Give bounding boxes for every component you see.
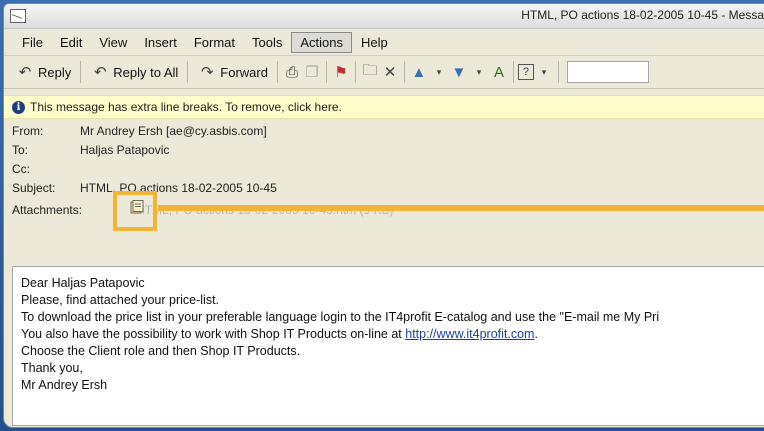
body-line: To download the price list in your prefe… bbox=[21, 310, 660, 324]
toolbar-separator bbox=[403, 61, 405, 83]
to-label: To: bbox=[12, 142, 29, 157]
attachment-highlight-box bbox=[113, 191, 157, 231]
forward-button[interactable]: ↷ Forward bbox=[192, 58, 273, 86]
next-item-icon[interactable]: ▼ bbox=[449, 63, 469, 81]
menu-tools[interactable]: Tools bbox=[244, 32, 290, 53]
toolbar-separator bbox=[187, 61, 189, 83]
menu-actions[interactable]: Actions bbox=[291, 31, 352, 53]
toolbar-search-input[interactable] bbox=[566, 61, 649, 83]
message-header: From: Mr Andrey Ersh [ae@cy.asbis.com] T… bbox=[4, 119, 764, 231]
envelope-icon bbox=[10, 9, 26, 23]
toolbar-separator bbox=[354, 61, 356, 83]
it4profit-link[interactable]: http://www.it4profit.com bbox=[405, 327, 534, 341]
menu-format[interactable]: Format bbox=[186, 32, 243, 53]
reply-all-icon: ↶ bbox=[93, 64, 107, 81]
subject-label: Subject: bbox=[12, 180, 56, 195]
reply-all-label: Reply to All bbox=[113, 64, 179, 80]
chevron-down-icon[interactable]: ▾ bbox=[429, 63, 449, 81]
attachments-row: Attachments: HTML, PO actions 18-02-2005… bbox=[12, 191, 764, 231]
menu-edit[interactable]: Edit bbox=[52, 32, 90, 53]
to-value[interactable]: Haljas Patapovic bbox=[80, 143, 169, 157]
info-bar-text: This message has extra line breaks. To r… bbox=[30, 100, 342, 114]
flag-icon[interactable]: ⚑ bbox=[331, 63, 351, 81]
reply-label: Reply bbox=[38, 64, 72, 80]
to-row: To: Haljas Patapovic bbox=[12, 140, 764, 159]
help-icon[interactable]: ? bbox=[517, 64, 534, 80]
body-line: Choose the Client role and then Shop IT … bbox=[21, 344, 301, 358]
body-line: Dear Haljas Patapovic bbox=[21, 276, 145, 290]
title-bar: HTML, PO actions 18-02-2005 10-45 - Mess… bbox=[4, 4, 764, 29]
cc-label: Cc: bbox=[12, 161, 30, 176]
menu-file[interactable]: File bbox=[14, 32, 51, 53]
body-line: Thank you, bbox=[21, 361, 83, 375]
print-icon[interactable]: ⎙ bbox=[282, 63, 302, 81]
cc-row: Cc: bbox=[12, 159, 764, 178]
subject-value: HTML, PO actions 18-02-2005 10-45 bbox=[80, 180, 277, 195]
menu-bar: File Edit View Insert Format Tools Actio… bbox=[4, 29, 764, 56]
window-title: HTML, PO actions 18-02-2005 10-45 - Mess… bbox=[521, 8, 764, 22]
attachments-label: Attachments: bbox=[12, 203, 83, 217]
menu-insert[interactable]: Insert bbox=[136, 32, 185, 53]
chevron-down-icon[interactable]: ▾ bbox=[534, 63, 554, 81]
highlight-callout-line bbox=[158, 205, 764, 211]
toolbar-separator bbox=[512, 61, 514, 83]
info-icon: i bbox=[12, 100, 25, 114]
body-line-period: . bbox=[534, 327, 538, 341]
toolbar: ↶ Reply ↶ Reply to All ↷ Forward ⎙ ❐ ⚑ 🗀… bbox=[4, 56, 764, 89]
reply-all-button[interactable]: ↶ Reply to All bbox=[85, 58, 183, 86]
delete-icon[interactable]: ✕ bbox=[380, 63, 400, 81]
body-line-with-link: You also have the possibility to work wi… bbox=[21, 326, 764, 343]
forward-label: Forward bbox=[220, 64, 268, 80]
info-bar[interactable]: i This message has extra line breaks. To… bbox=[4, 95, 764, 119]
copy-icon[interactable]: ❐ bbox=[302, 63, 322, 81]
menu-help[interactable]: Help bbox=[353, 32, 396, 53]
reply-button[interactable]: ↶ Reply bbox=[10, 58, 76, 86]
previous-item-icon[interactable]: ▲ bbox=[409, 63, 429, 81]
menu-view[interactable]: View bbox=[91, 32, 135, 53]
forward-icon: ↷ bbox=[201, 64, 214, 81]
body-line: Please, find attached your price-list. bbox=[21, 293, 220, 307]
toolbar-separator bbox=[276, 61, 278, 83]
message-window: HTML, PO actions 18-02-2005 10-45 - Mess… bbox=[3, 3, 764, 428]
toolbar-separator bbox=[325, 61, 327, 83]
address-book-icon[interactable]: A bbox=[489, 63, 509, 81]
from-value[interactable]: Mr Andrey Ersh [ae@cy.asbis.com] bbox=[80, 124, 267, 138]
move-to-folder-icon[interactable]: 🗀 bbox=[360, 62, 380, 81]
body-line-text: You also have the possibility to work wi… bbox=[21, 327, 406, 341]
toolbar-separator bbox=[557, 61, 559, 83]
from-label: From: bbox=[12, 123, 44, 138]
reply-icon: ↶ bbox=[18, 64, 32, 81]
body-line: Mr Andrey Ersh bbox=[21, 378, 108, 392]
toolbar-separator bbox=[80, 61, 82, 83]
chevron-down-icon[interactable]: ▾ bbox=[469, 63, 489, 81]
from-row: From: Mr Andrey Ersh [ae@cy.asbis.com] bbox=[12, 121, 764, 140]
message-body[interactable]: Dear Haljas Patapovic Please, find attac… bbox=[12, 266, 764, 426]
